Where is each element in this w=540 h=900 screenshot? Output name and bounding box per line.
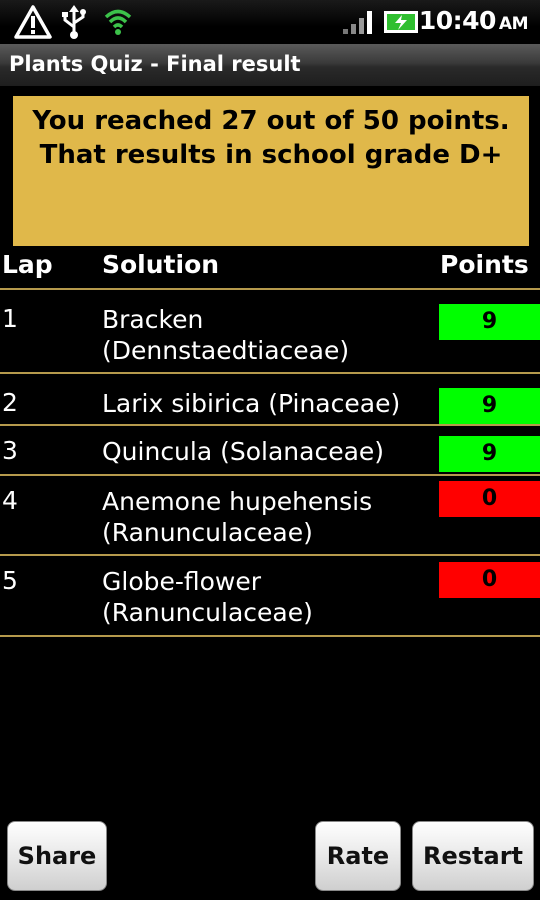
lap-number: 1 [2,304,18,333]
signal-icon [342,9,374,39]
header-lap: Lap [2,250,53,279]
lap-number: 4 [2,486,18,515]
battery-charging-icon [383,10,421,38]
header-solution: Solution [102,250,220,279]
warning-icon [14,5,52,43]
table-row: 5 Globe-flower (Ranunculaceae) 0 [0,556,540,636]
divider [0,635,540,637]
points-badge: 0 [439,481,540,517]
points-badge: 9 [439,304,540,340]
clock: 10:40 AM [418,6,529,35]
table-row: 3 Quincula (Solanaceae) 9 [0,426,540,474]
result-grade-text: That results in school grade D+ [39,140,503,170]
lap-number: 5 [2,566,18,595]
header-points: Points [440,250,529,279]
table-row: 1 Bracken (Dennstaedtiaceae) 9 [0,290,540,372]
wifi-icon [103,5,133,41]
points-badge: 9 [439,436,540,472]
share-button[interactable]: Share [7,821,107,891]
title-bar: Plants Quiz - Final result [0,44,540,87]
status-bar: 10:40 AM [0,0,540,44]
table-row: 2 Larix sibirica (Pinaceae) 9 [0,374,540,424]
usb-icon [60,5,88,43]
page-title: Plants Quiz - Final result [9,52,301,76]
points-badge: 9 [439,388,540,424]
result-score-text: You reached 27 out of 50 points. [32,106,510,136]
restart-button[interactable]: Restart [412,821,534,891]
rate-button[interactable]: Rate [315,821,401,891]
solution-text: Anemone hupehensis (Ranunculaceae) [102,487,373,547]
points-badge: 0 [439,562,540,598]
table-row: 4 Anemone hupehensis (Ranunculaceae) 0 [0,476,540,554]
solution-text: Larix sibirica (Pinaceae) [102,389,401,418]
lap-number: 2 [2,388,18,417]
solution-text: Bracken (Dennstaedtiaceae) [102,305,350,365]
table-header: Lap Solution Points [0,250,540,288]
solution-text: Quincula (Solanaceae) [102,437,385,466]
lap-number: 3 [2,436,18,465]
solution-text: Globe-flower (Ranunculaceae) [102,567,313,627]
result-banner: You reached 27 out of 50 points. That re… [13,96,529,246]
